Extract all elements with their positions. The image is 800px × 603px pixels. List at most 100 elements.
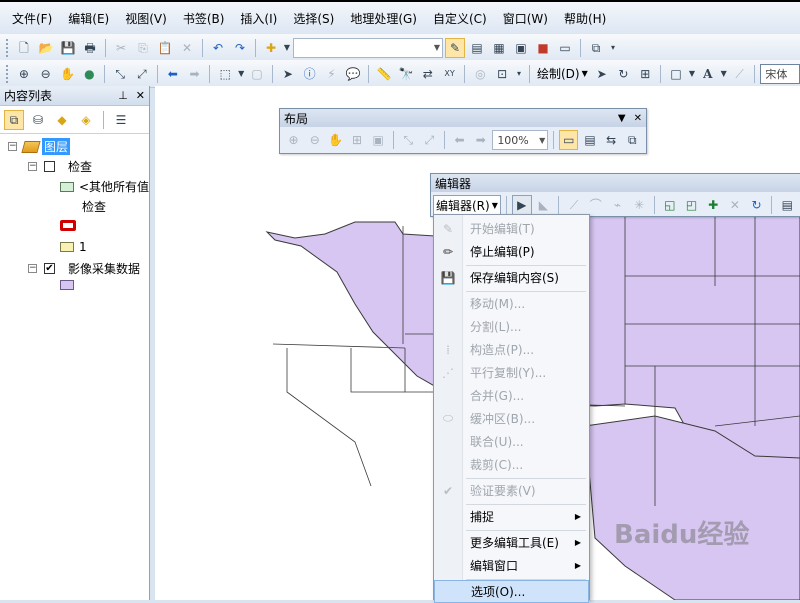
fixed-zoom-out-icon[interactable]: ⤢ bbox=[420, 130, 439, 150]
menu-insert[interactable]: 插入(I) bbox=[232, 10, 285, 27]
layer-row-imagery[interactable]: − ✔ 影像采集数据 bbox=[28, 260, 140, 277]
edit-vertices-icon[interactable]: ⟋ bbox=[730, 64, 750, 84]
reshape-feature-icon[interactable]: ◰ bbox=[682, 195, 702, 215]
chevron-down-icon[interactable]: ▼ bbox=[618, 113, 626, 124]
layout-toolbar-titlebar[interactable]: 布局 ▼ ✕ bbox=[280, 109, 646, 127]
paste-icon[interactable]: 📋 bbox=[155, 38, 175, 58]
menu-item-construct-points[interactable]: ⁞ 构造点(P)... bbox=[434, 338, 589, 361]
print-icon[interactable]: 🖶 bbox=[80, 38, 100, 58]
pin-icon[interactable]: ⊥ bbox=[118, 89, 128, 102]
chevron-down-icon[interactable]: ▼ bbox=[237, 64, 245, 84]
rotate-icon[interactable]: ↻ bbox=[747, 195, 767, 215]
zoom-100-icon[interactable]: ▣ bbox=[369, 130, 388, 150]
menu-windows[interactable]: 窗口(W) bbox=[495, 10, 556, 27]
edit-tool-icon[interactable]: ▶ bbox=[511, 195, 532, 215]
undo-icon[interactable]: ↶ bbox=[208, 38, 228, 58]
back-extent-icon[interactable]: ⬅ bbox=[163, 64, 183, 84]
data-driven-pages-icon[interactable]: ⧉ bbox=[623, 130, 642, 150]
menu-item-snapping[interactable]: 捕捉 ▶ bbox=[434, 505, 589, 528]
zoom-out-icon[interactable]: ⊖ bbox=[305, 130, 324, 150]
arctoolbox-icon[interactable]: ■ bbox=[533, 38, 553, 58]
overflow-icon[interactable]: ▾ bbox=[608, 38, 618, 58]
menu-item-more-editing-tools[interactable]: 更多编辑工具(E) ▶ bbox=[434, 531, 589, 554]
editor-menu-button[interactable]: 编辑器(R) ▼ bbox=[433, 195, 501, 215]
chevron-down-icon[interactable]: ▼ bbox=[720, 64, 728, 84]
layers-group-row[interactable]: − 图层 bbox=[8, 138, 71, 155]
menu-item-union[interactable]: 联合(U)... bbox=[434, 430, 589, 453]
text-icon[interactable]: A bbox=[698, 64, 718, 84]
chevron-down-icon[interactable]: ▼ bbox=[688, 64, 696, 84]
go-to-xy-icon[interactable]: XY bbox=[440, 64, 460, 84]
search-window-icon[interactable]: ▣ bbox=[511, 38, 531, 58]
select-arrow-icon[interactable]: ➤ bbox=[592, 64, 612, 84]
menu-view[interactable]: 视图(V) bbox=[117, 10, 175, 27]
zoom-whole-page-icon[interactable]: ⊞ bbox=[347, 130, 366, 150]
editor-toolbar-icon[interactable]: ✎ bbox=[445, 37, 465, 58]
menu-item-editing-windows[interactable]: 编辑窗口 ▶ bbox=[434, 554, 589, 577]
cut-polygons-icon[interactable]: ✚ bbox=[703, 195, 723, 215]
delete-icon[interactable]: ✕ bbox=[177, 38, 197, 58]
collapse-icon[interactable]: − bbox=[28, 162, 37, 171]
options-icon[interactable]: ☰ bbox=[111, 110, 131, 130]
select-elements-icon[interactable]: ➤ bbox=[278, 64, 298, 84]
python-window-icon[interactable]: ▭ bbox=[555, 38, 575, 58]
fixed-zoom-out-icon[interactable]: ⤢ bbox=[132, 64, 152, 84]
menu-geoprocessing[interactable]: 地理处理(G) bbox=[342, 10, 425, 27]
toolbar-grip[interactable] bbox=[6, 64, 9, 83]
menu-item-validate-features[interactable]: ✔ 验证要素(V) bbox=[434, 479, 589, 502]
catalog-icon[interactable]: ▦ bbox=[489, 38, 509, 58]
menu-item-move[interactable]: 移动(M)... bbox=[434, 292, 589, 315]
pan-hand-icon[interactable]: ✋ bbox=[58, 64, 78, 84]
table-window-icon[interactable]: ▤ bbox=[467, 38, 487, 58]
collapse-icon[interactable]: − bbox=[8, 142, 17, 151]
menu-item-split[interactable]: 分割(L)... bbox=[434, 315, 589, 338]
zoom-out-icon[interactable]: ⊖ bbox=[36, 64, 56, 84]
edit-annotation-icon[interactable]: ◣ bbox=[534, 195, 554, 215]
menu-item-copy-parallel[interactable]: ⋰ 平行复制(Y)... bbox=[434, 361, 589, 384]
zoom-whole-page-icon[interactable]: ⊞ bbox=[635, 64, 655, 84]
hyperlink-icon[interactable]: ⚡ bbox=[322, 64, 342, 84]
forward-extent-icon[interactable]: ➡ bbox=[471, 130, 490, 150]
layer-visibility-checkbox[interactable] bbox=[44, 161, 55, 172]
fixed-zoom-in-icon[interactable]: ⤡ bbox=[110, 64, 130, 84]
menu-item-clip[interactable]: 裁剪(C)... bbox=[434, 453, 589, 476]
overflow-icon[interactable]: ▾ bbox=[514, 64, 524, 84]
attributes-icon[interactable]: ▤ bbox=[777, 195, 797, 215]
fixed-zoom-in-icon[interactable]: ⤡ bbox=[399, 130, 418, 150]
toolbar-grip[interactable] bbox=[6, 38, 9, 57]
end-point-arc-icon[interactable]: ⌒ bbox=[586, 195, 606, 215]
forward-extent-icon[interactable]: ➡ bbox=[185, 64, 205, 84]
add-data-icon[interactable]: ✚ bbox=[261, 38, 281, 58]
menu-edit[interactable]: 编辑(E) bbox=[60, 10, 117, 27]
menu-item-buffer[interactable]: ⬭ 缓冲区(B)... bbox=[434, 407, 589, 430]
list-by-selection-icon[interactable]: ◈ bbox=[76, 110, 96, 130]
open-folder-icon[interactable]: 📂 bbox=[36, 38, 56, 58]
drawing-menu[interactable]: 绘制(D) ▼ bbox=[535, 65, 590, 82]
point-icon[interactable]: ✳ bbox=[629, 195, 649, 215]
close-icon[interactable]: ✕ bbox=[634, 113, 642, 124]
select-features-icon[interactable]: ⬚ bbox=[215, 64, 235, 84]
save-icon[interactable]: 💾 bbox=[58, 38, 78, 58]
menu-selection[interactable]: 选择(S) bbox=[285, 10, 342, 27]
list-by-drawing-order-icon[interactable]: ⧉ bbox=[4, 109, 24, 130]
rectangle-icon[interactable]: □ bbox=[666, 64, 686, 84]
change-layout-icon[interactable]: ⇆ bbox=[602, 130, 621, 150]
layer-visibility-checkbox[interactable]: ✔ bbox=[44, 263, 55, 274]
menu-customize[interactable]: 自定义(C) bbox=[425, 10, 495, 27]
zoom-in-icon[interactable]: ⊕ bbox=[14, 64, 34, 84]
find-route-icon[interactable]: ⇄ bbox=[418, 64, 438, 84]
split-tool-icon[interactable]: ✕ bbox=[725, 195, 745, 215]
identify-icon[interactable]: ⓘ bbox=[300, 64, 320, 84]
close-icon[interactable]: ✕ bbox=[136, 89, 145, 102]
menu-bookmarks[interactable]: 书签(B) bbox=[175, 10, 233, 27]
edit-vertices-icon[interactable]: ◱ bbox=[660, 195, 680, 215]
html-popup-icon[interactable]: 💬 bbox=[343, 64, 363, 84]
model-builder-icon[interactable]: ⧉ bbox=[586, 38, 606, 58]
menu-item-start-editing[interactable]: ✎ 开始编辑(T) bbox=[434, 217, 589, 240]
find-icon[interactable]: 🔭 bbox=[396, 64, 416, 84]
full-extent-icon[interactable]: ● bbox=[79, 64, 99, 84]
editor-toolbar-titlebar[interactable]: 编辑器 bbox=[431, 174, 800, 192]
font-combo[interactable]: 宋体 bbox=[760, 63, 800, 84]
scale-combo[interactable]: ▼ bbox=[293, 37, 443, 58]
rotate-icon[interactable]: ↻ bbox=[614, 64, 634, 84]
